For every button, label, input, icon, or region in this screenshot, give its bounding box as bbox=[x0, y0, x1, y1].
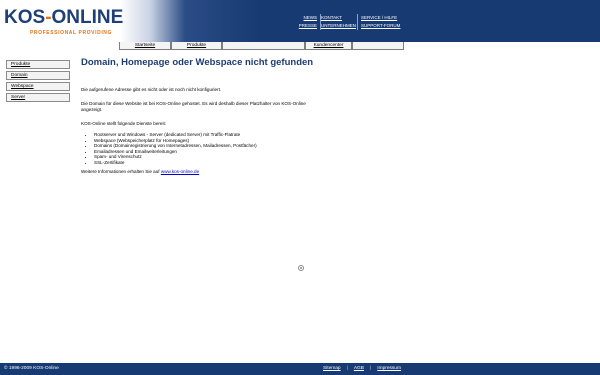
kos-online-website-link[interactable]: www.kos-online.de bbox=[161, 169, 199, 174]
services-list: Rootserver und Windows - Server (dedicat… bbox=[81, 132, 321, 166]
tab-kundencenter[interactable]: Kundencenter bbox=[305, 42, 352, 50]
footer: © 1996-2009 KOS-Online Sitemap | AGB | Impre… bbox=[0, 363, 600, 375]
sidebar-item-produkte[interactable]: Produkte bbox=[6, 60, 70, 69]
footer-link-impressum[interactable]: Impressum bbox=[377, 366, 401, 371]
loading-indicator-icon bbox=[298, 265, 304, 271]
tab-label: Produkte bbox=[186, 43, 207, 48]
sidebar-item-domain[interactable]: Domain bbox=[6, 71, 70, 80]
paragraph-services-intro: KOS-Online stellt folgende Dienste berei… bbox=[81, 121, 167, 126]
top-nav-column-1: NEWS PRESSE bbox=[297, 14, 321, 30]
more-info-text: Weitere Informationen erhalten Sie auf bbox=[81, 168, 161, 174]
paragraph-more-info: Weitere Informationen erhalten Sie auf w… bbox=[81, 169, 321, 175]
sidebar-item-label: Domain bbox=[11, 73, 28, 78]
footer-link-agb[interactable]: AGB bbox=[354, 366, 364, 371]
sidebar-item-webspace[interactable]: Webspace bbox=[6, 82, 70, 91]
tab-empty-2 bbox=[352, 42, 404, 50]
copyright-text: © 1996-2009 KOS-Online bbox=[4, 366, 59, 371]
tab-empty-1 bbox=[222, 42, 305, 50]
footer-links: Sitemap | AGB | Impressum bbox=[323, 363, 401, 375]
sidebar-item-label: Server bbox=[11, 95, 26, 100]
nav-link-unternehmen[interactable]: UNTERNEHMEN bbox=[321, 22, 356, 30]
tab-startseite[interactable]: Startseite bbox=[119, 42, 171, 50]
kos-online-logo[interactable]: KOS-ONLINE PROFESSIONAL PROVIDING bbox=[4, 8, 124, 40]
tab-produkte[interactable]: Produkte bbox=[171, 42, 222, 50]
nav-link-presse[interactable]: PRESSE bbox=[297, 22, 317, 30]
top-nav-column-2: KONTAKT UNTERNEHMEN bbox=[321, 14, 358, 30]
top-nav-column-3: SERVICE / HILFE SUPPORT-FORUM bbox=[361, 14, 401, 30]
logo-wordmark: KOS-ONLINE bbox=[4, 8, 123, 28]
footer-separator: | bbox=[370, 366, 372, 371]
nav-link-support-forum[interactable]: SUPPORT-FORUM bbox=[361, 22, 401, 30]
sidebar-item-label: Produkte bbox=[11, 62, 31, 67]
nav-link-service-hilfe[interactable]: SERVICE / HILFE bbox=[361, 14, 401, 22]
footer-link-sitemap[interactable]: Sitemap bbox=[323, 366, 341, 371]
paragraph-address: Die aufgerufene Adresse gibt es nicht od… bbox=[81, 87, 222, 92]
nav-link-kontakt[interactable]: KONTAKT bbox=[321, 14, 354, 22]
footer-separator: | bbox=[346, 366, 348, 371]
sidebar: Produkte Domain Webspace Server bbox=[6, 60, 70, 104]
logo-text-main: KOS bbox=[4, 7, 46, 28]
list-item: SSL-Zertifikate bbox=[94, 160, 321, 166]
tab-label: Startseite bbox=[134, 43, 156, 48]
main-content: Domain, Homepage oder Webspace nicht gef… bbox=[81, 57, 321, 175]
nav-link-news[interactable]: NEWS bbox=[297, 14, 318, 22]
logo-tagline: PROFESSIONAL PROVIDING bbox=[30, 30, 113, 36]
logo-text-rest: ONLINE bbox=[51, 7, 124, 28]
tab-label: Kundencenter bbox=[313, 43, 344, 48]
tab-bar: Startseite Produkte Kundencenter bbox=[119, 42, 404, 50]
header: KOS-ONLINE PROFESSIONAL PROVIDING NEWS P… bbox=[0, 0, 600, 42]
paragraph-hosting: Die Domain für diese Website ist bei KOS… bbox=[81, 101, 306, 112]
page-title: Domain, Homepage oder Webspace nicht gef… bbox=[81, 57, 314, 68]
sidebar-item-server[interactable]: Server bbox=[6, 93, 70, 102]
sidebar-item-label: Webspace bbox=[11, 84, 34, 89]
